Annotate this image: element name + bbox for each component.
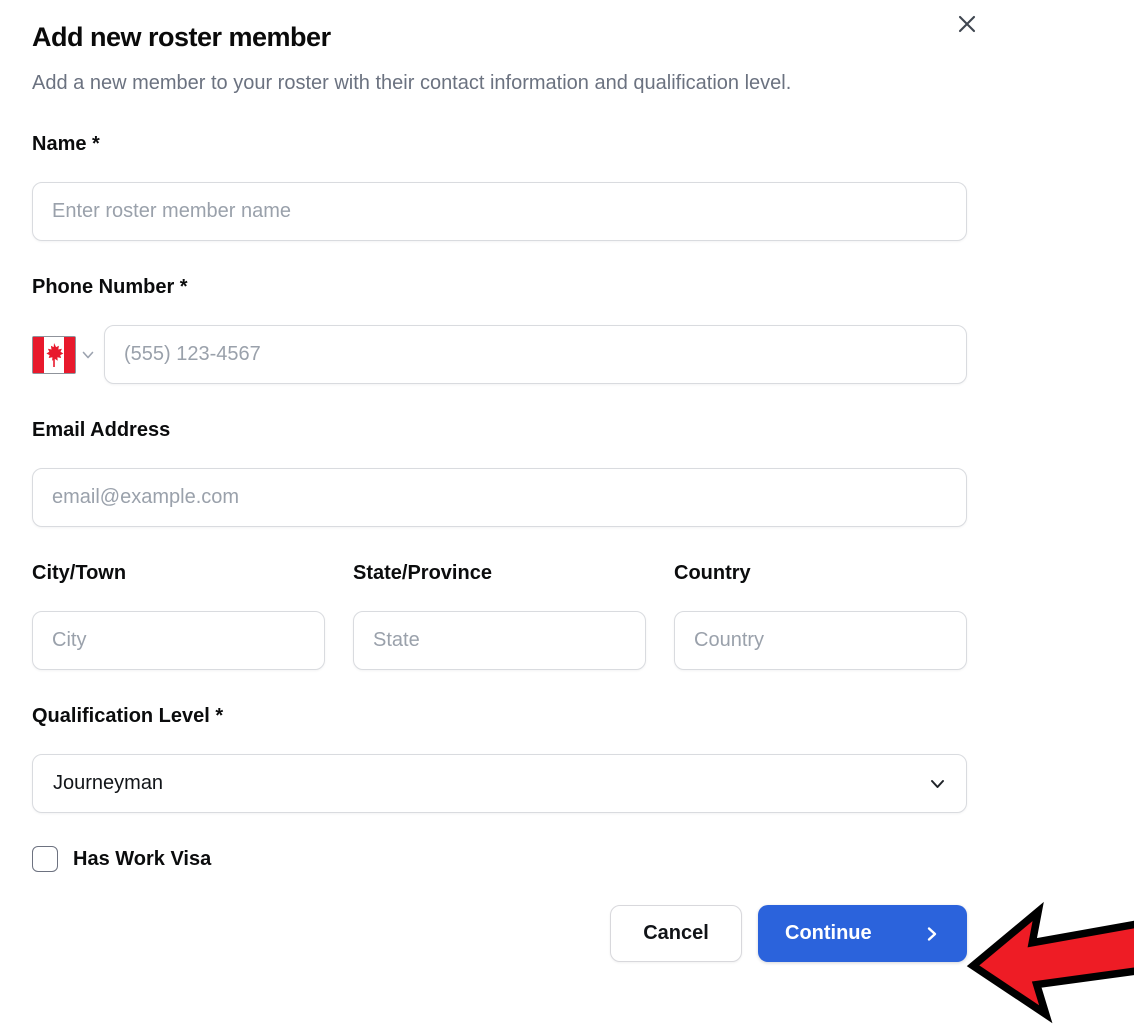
phone-field-label: Phone Number * xyxy=(32,274,967,300)
name-input[interactable] xyxy=(32,182,967,241)
add-roster-member-modal: Add new roster member Add a new member t… xyxy=(0,0,1134,962)
country-field: Country xyxy=(674,560,967,670)
work-visa-row: Has Work Visa xyxy=(32,846,967,872)
city-field-label: City/Town xyxy=(32,560,325,586)
location-fields-row: City/Town State/Province Country xyxy=(32,560,967,670)
continue-button-label: Continue xyxy=(785,922,872,945)
modal-description: Add a new member to your roster with the… xyxy=(32,67,952,100)
chevron-right-icon xyxy=(924,926,940,942)
email-input[interactable] xyxy=(32,468,967,527)
state-field-label: State/Province xyxy=(353,560,646,586)
x-icon xyxy=(956,13,978,35)
email-field: Email Address xyxy=(32,417,967,527)
phone-input[interactable] xyxy=(104,325,967,384)
state-field: State/Province xyxy=(353,560,646,670)
city-field: City/Town xyxy=(32,560,325,670)
country-field-label: Country xyxy=(674,560,967,586)
country-code-selector[interactable] xyxy=(32,336,95,374)
qualification-field: Qualification Level * Journeyman xyxy=(32,703,967,813)
phone-field: Phone Number * xyxy=(32,274,967,384)
work-visa-checkbox[interactable] xyxy=(32,846,58,872)
qualification-field-label: Qualification Level * xyxy=(32,703,967,729)
name-field: Name * xyxy=(32,131,967,241)
canada-flag-icon xyxy=(32,336,76,374)
country-input[interactable] xyxy=(674,611,967,670)
close-button[interactable] xyxy=(953,10,981,38)
state-input[interactable] xyxy=(353,611,646,670)
work-visa-label: Has Work Visa xyxy=(73,848,211,871)
modal-title: Add new roster member xyxy=(32,20,967,54)
qualification-selected-value: Journeyman xyxy=(53,772,163,795)
continue-button[interactable]: Continue xyxy=(758,905,967,962)
cancel-button[interactable]: Cancel xyxy=(610,905,742,962)
name-field-label: Name * xyxy=(32,131,967,157)
city-input[interactable] xyxy=(32,611,325,670)
modal-footer: Cancel Continue xyxy=(32,905,967,962)
chevron-down-icon xyxy=(81,348,95,362)
qualification-select[interactable]: Journeyman xyxy=(32,754,967,813)
email-field-label: Email Address xyxy=(32,417,967,443)
